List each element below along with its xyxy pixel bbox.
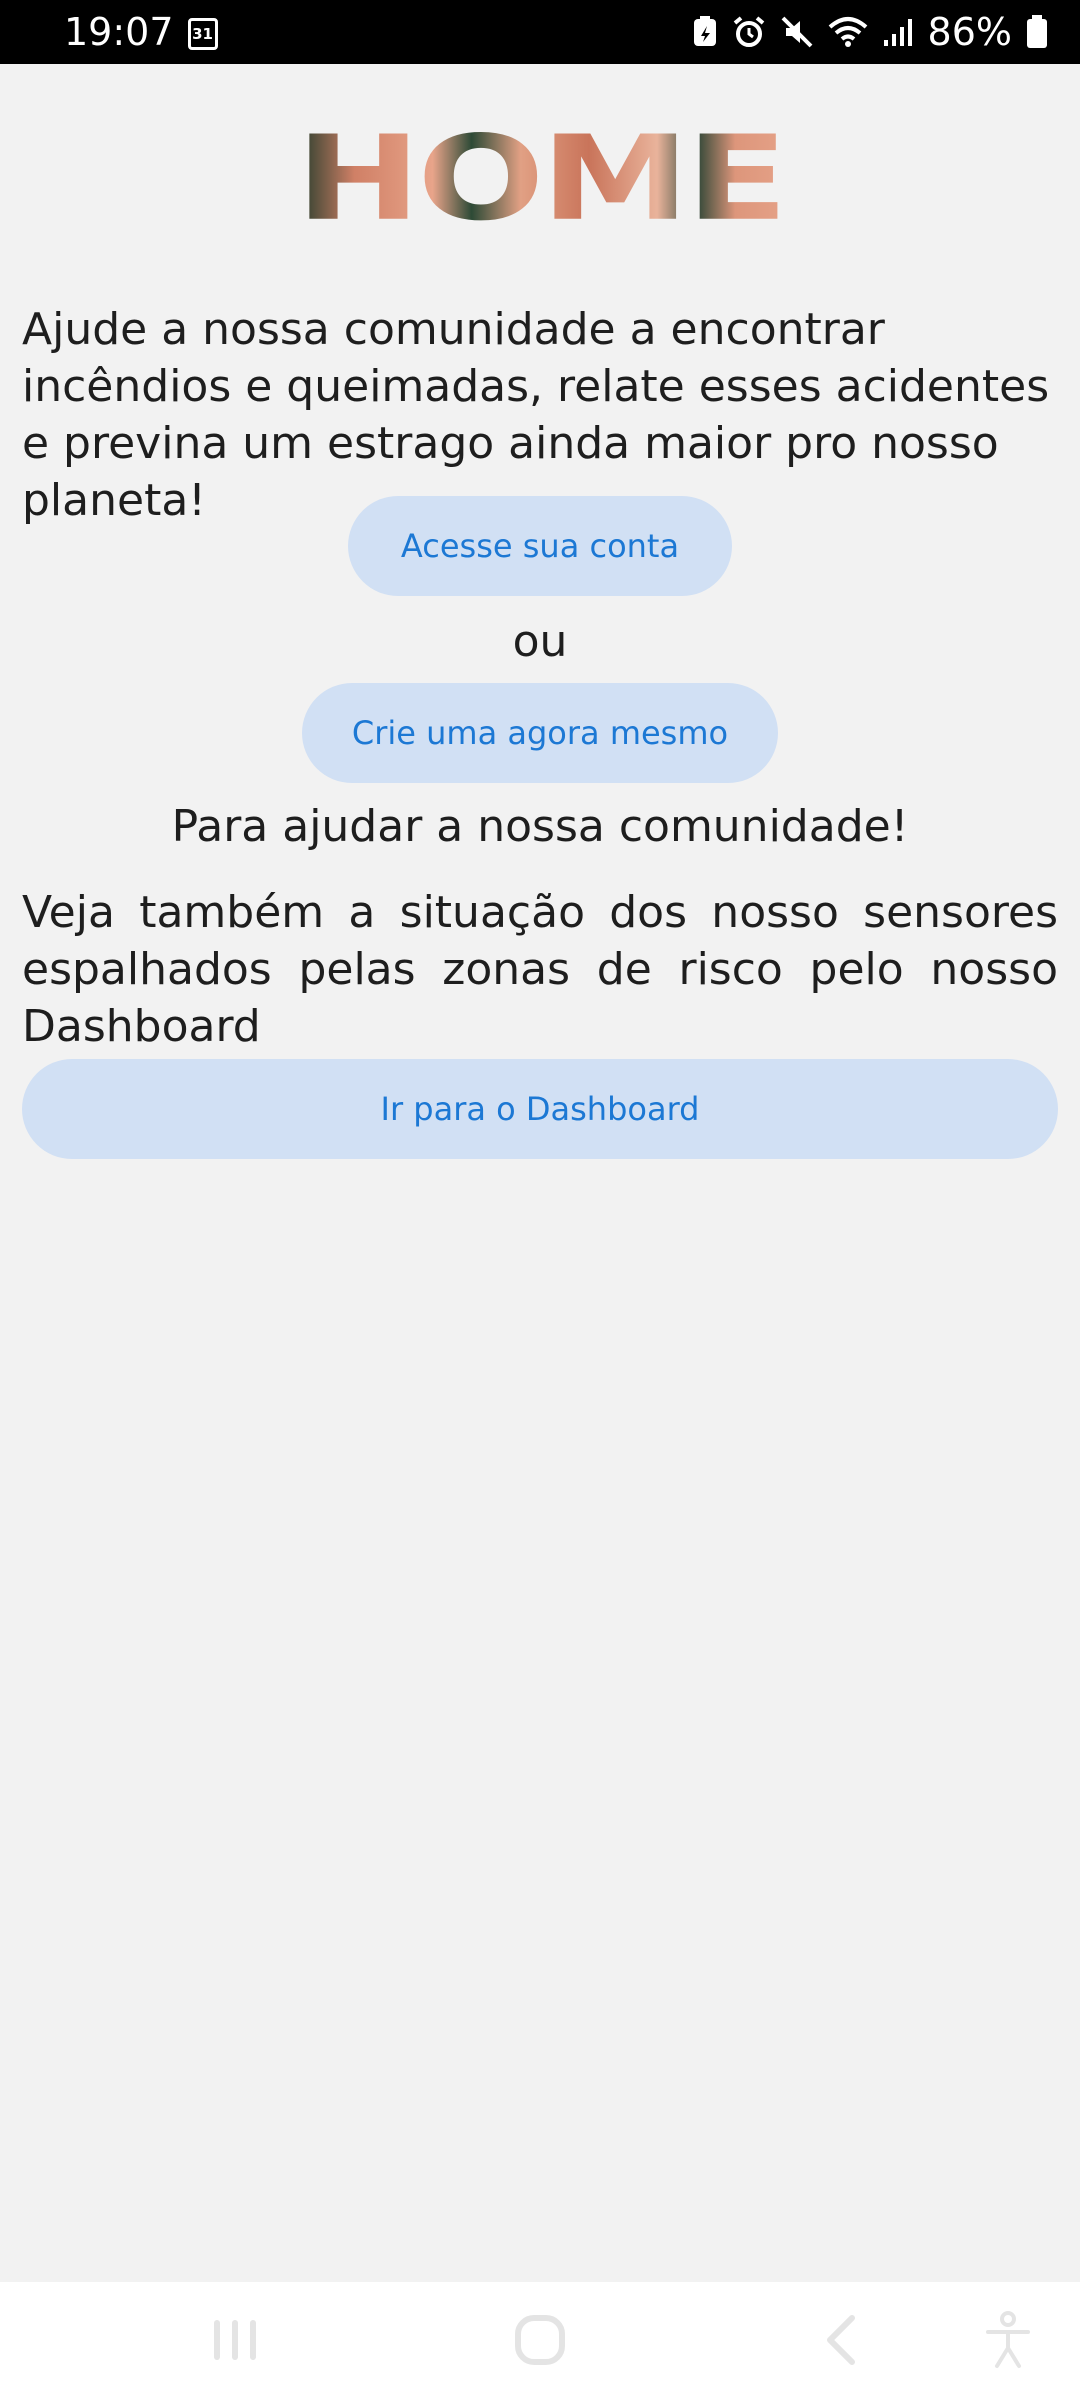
mute-icon [781,16,812,48]
create-account-button[interactable]: Crie uma agora mesmo [302,683,778,783]
battery-icon [1027,15,1047,48]
help-community-text: Para ajudar a nossa comunidade! [171,801,909,852]
home-logo: HOME [0,104,1080,254]
home-title: HOME [295,111,789,247]
dashboard-button[interactable]: Ir para o Dashboard [22,1059,1058,1159]
home-icon[interactable] [510,2310,570,2370]
battery-percentage: 86% [927,10,1012,54]
wifi-icon [828,17,867,47]
calendar-icon: 31 [187,18,218,50]
or-separator: ou [512,616,568,667]
navigation-bar [0,2282,1080,2408]
recent-apps-icon[interactable] [210,2310,260,2370]
login-button[interactable]: Acesse sua conta [348,496,732,596]
sensors-text: Veja também a situação dos nosso sensore… [22,887,1058,1052]
alarm-icon [733,16,764,47]
intro-text: Ajude a nossa comunidade a encontrar inc… [22,304,1050,526]
accessibility-icon[interactable] [983,2310,1033,2370]
home-page: HOME Ajude a nossa comunidade a encontra… [0,64,1080,2282]
signal-icon [883,19,912,46]
battery-saver-icon [693,16,716,46]
status-time: 19:07 [64,10,174,54]
status-bar: 19:07 31 86% [0,0,1080,64]
back-icon[interactable] [820,2310,860,2370]
status-icons: 86% [692,10,1048,54]
